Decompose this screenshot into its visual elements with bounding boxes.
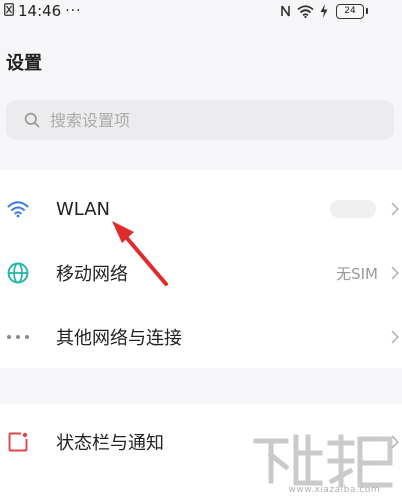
status-time: 14:46	[18, 2, 62, 20]
status-dots: ···	[65, 3, 82, 19]
chevron-right-icon	[390, 265, 400, 281]
search-input[interactable]	[50, 110, 350, 130]
search-bar[interactable]	[6, 100, 394, 140]
watermark-logo	[253, 434, 393, 488]
settings-item-label: 移动网络	[56, 264, 128, 285]
settings-item-wlan[interactable]: WLAN	[0, 176, 402, 242]
settings-item-value: 无SIM	[336, 264, 378, 283]
settings-item-mobile-network[interactable]: 移动网络 无SIM	[0, 240, 402, 306]
notification-icon	[6, 430, 30, 454]
wifi-icon	[297, 3, 314, 22]
charging-icon	[320, 3, 328, 22]
network-settings-group: WLAN 移动网络 无SIM 其他网络与连接	[0, 170, 402, 368]
wifi-icon	[6, 197, 30, 221]
watermark-url: www.xiazaiba.com	[288, 485, 380, 495]
wlan-network-name	[330, 200, 376, 218]
battery-icon: 24	[336, 4, 368, 19]
settings-item-label: WLAN	[56, 198, 111, 220]
settings-page: 14:46 ··· 24 设置 搜索设置项 WLAN 移动网络 无SIM 其他网…	[0, 0, 402, 497]
chevron-right-icon	[390, 201, 400, 217]
battery-level: 24	[336, 4, 364, 19]
battery-tip	[366, 8, 368, 14]
settings-item-other-networks[interactable]: 其他网络与连接	[0, 304, 402, 370]
settings-item-label: 状态栏与通知	[56, 433, 164, 454]
chevron-right-icon	[390, 329, 400, 345]
sim-icon	[4, 2, 14, 20]
status-left: 14:46 ···	[4, 2, 82, 20]
search-icon	[24, 112, 40, 128]
nfc-icon	[280, 3, 291, 22]
settings-item-label: 其他网络与连接	[56, 328, 182, 349]
globe-icon	[6, 261, 30, 285]
status-right	[280, 3, 328, 22]
status-bar: 14:46 ··· 24	[0, 0, 402, 22]
page-title: 设置	[6, 53, 42, 74]
more-dots-icon	[6, 325, 30, 349]
